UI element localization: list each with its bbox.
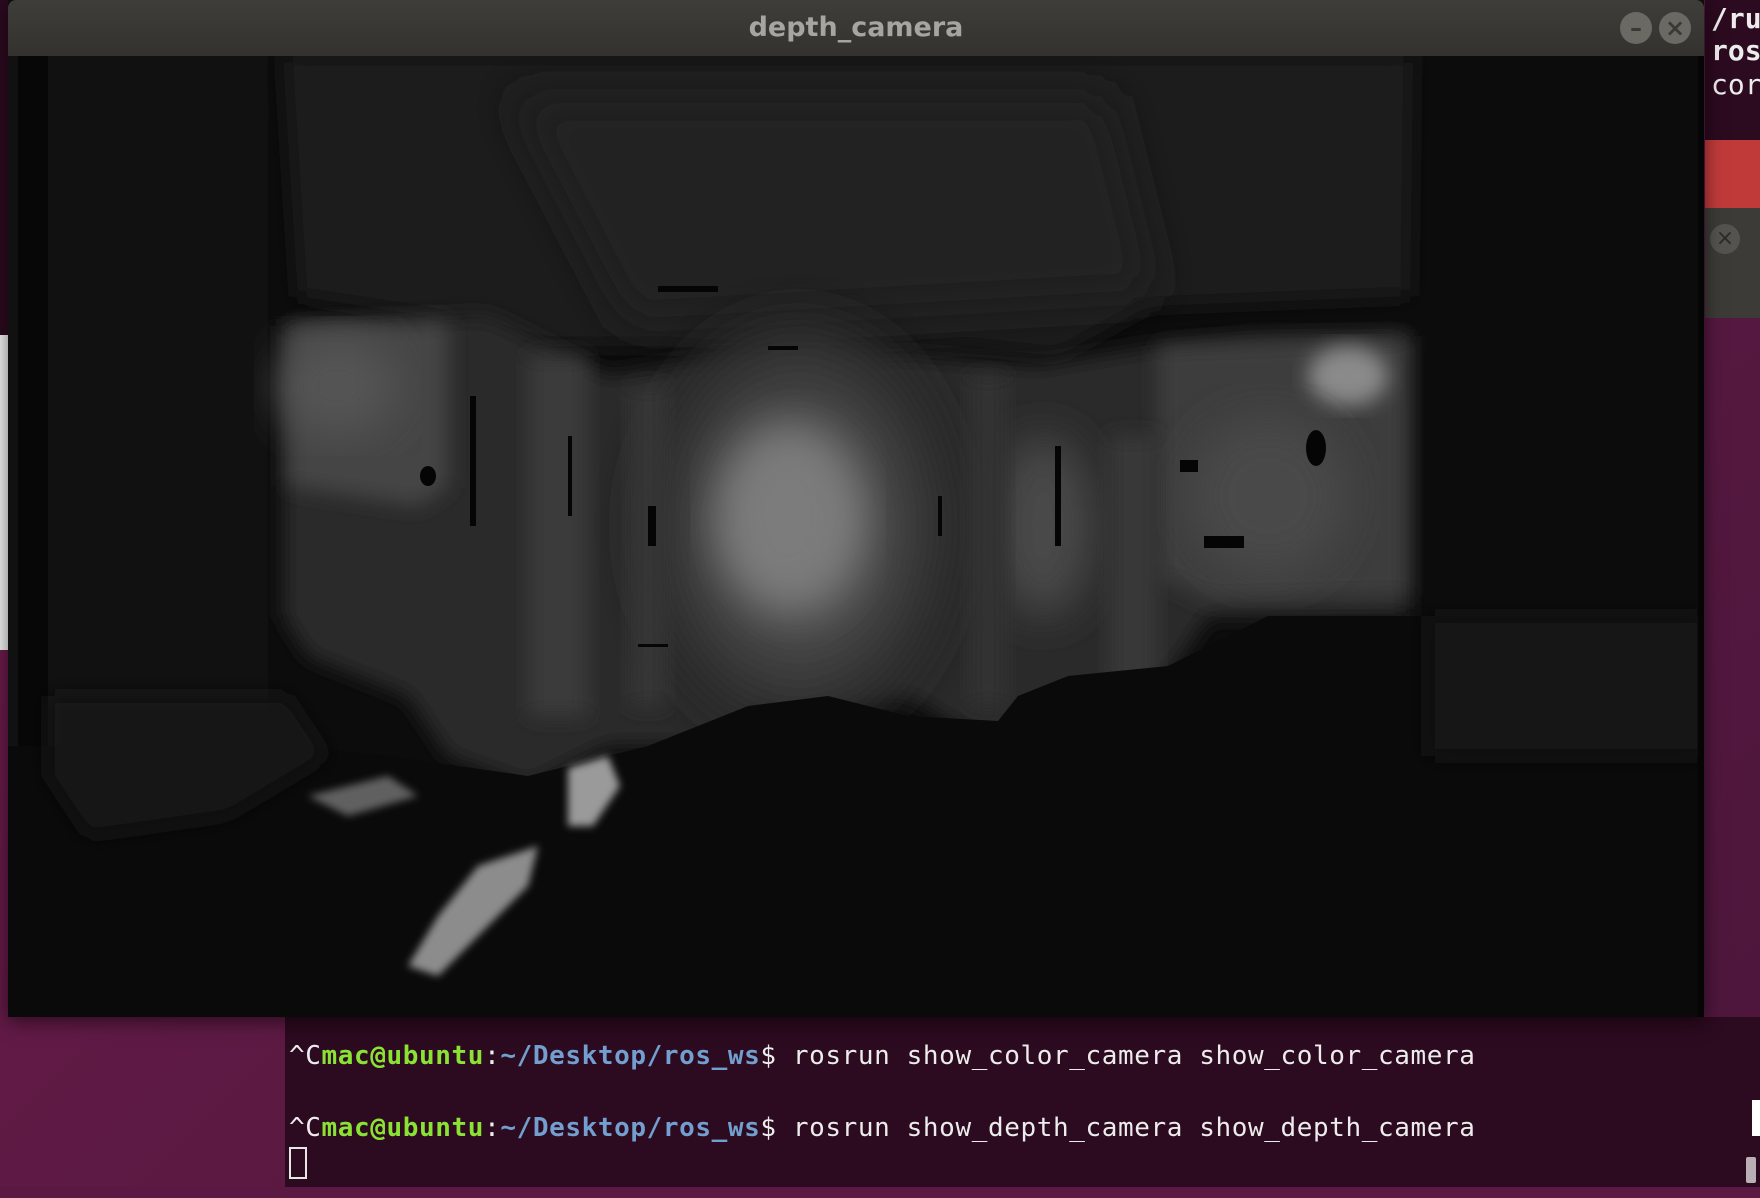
prompt-dollar: $ bbox=[760, 1041, 793, 1071]
terminal-line-2: ^Cmac@ubuntu:~/Desktop/ros_ws$ rosrun sh… bbox=[289, 1113, 1476, 1143]
right-background-window-red bbox=[1705, 140, 1760, 208]
depth-image-view bbox=[8, 56, 1704, 1017]
prompt-user: mac@ubuntu bbox=[321, 1113, 485, 1143]
depth-camera-window[interactable]: depth_camera – × bbox=[8, 0, 1704, 1017]
prompt-dollar: $ bbox=[760, 1113, 793, 1143]
right-terminal-line: /ru bbox=[1711, 2, 1760, 35]
prompt-separator: : bbox=[484, 1041, 501, 1071]
depth-image bbox=[8, 56, 1704, 1017]
right-terminal-line: cor bbox=[1711, 68, 1760, 101]
terminal-command: rosrun show_color_camera show_color_came… bbox=[792, 1041, 1476, 1071]
terminal-cursor bbox=[289, 1147, 307, 1179]
desktop-bottom-edge bbox=[0, 1187, 1760, 1198]
prompt-path: ~/Desktop/ros_ws bbox=[500, 1113, 761, 1143]
ctrl-c-marker: ^C bbox=[289, 1113, 322, 1143]
right-background-terminal[interactable]: /ru ros cor bbox=[1705, 0, 1760, 140]
scroll-marker bbox=[1752, 1100, 1760, 1136]
close-icon[interactable]: × bbox=[1710, 224, 1740, 254]
ctrl-c-marker: ^C bbox=[289, 1041, 322, 1071]
prompt-user: mac@ubuntu bbox=[321, 1041, 485, 1071]
window-titlebar[interactable]: depth_camera – × bbox=[8, 0, 1704, 56]
terminal-window[interactable]: ^Cmac@ubuntu:~/Desktop/ros_ws$ rosrun sh… bbox=[285, 1017, 1760, 1187]
terminal-command: rosrun show_depth_camera show_depth_came… bbox=[792, 1113, 1476, 1143]
prompt-path: ~/Desktop/ros_ws bbox=[500, 1041, 761, 1071]
right-background-window bbox=[1705, 208, 1760, 318]
window-title: depth_camera bbox=[748, 12, 964, 43]
minimize-icon[interactable]: – bbox=[1620, 12, 1652, 44]
close-icon[interactable]: × bbox=[1659, 12, 1691, 44]
terminal-line-1: ^Cmac@ubuntu:~/Desktop/ros_ws$ rosrun sh… bbox=[289, 1041, 1476, 1071]
terminal-scrollbar[interactable] bbox=[1746, 1157, 1756, 1183]
desktop: /ru ros cor × ^Cmac@ubuntu:~/Desktop/ros… bbox=[0, 0, 1760, 1198]
prompt-separator: : bbox=[484, 1113, 501, 1143]
right-terminal-line: ros bbox=[1711, 34, 1760, 67]
